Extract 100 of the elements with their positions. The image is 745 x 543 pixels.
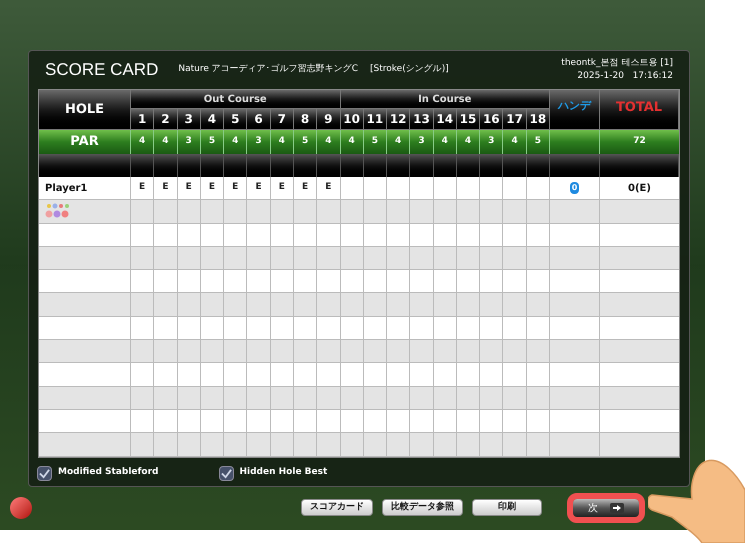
table-cell — [503, 410, 527, 434]
table-cell — [456, 200, 480, 224]
table-cell — [503, 316, 527, 340]
table-cell — [387, 246, 410, 270]
table-cell — [526, 200, 550, 224]
table-cell — [456, 293, 480, 317]
par-value: 3 — [480, 130, 504, 154]
table-cell — [526, 154, 550, 177]
table-cell — [247, 270, 271, 294]
table-cell — [131, 363, 154, 387]
table-cell — [550, 433, 600, 457]
table-cell — [456, 224, 480, 247]
table-cell — [154, 270, 178, 294]
table-cell — [434, 433, 457, 457]
table-cell — [480, 410, 504, 434]
table-cell — [340, 363, 364, 387]
table-cell — [434, 200, 457, 224]
table-cell — [364, 177, 388, 200]
table-cell — [503, 340, 527, 364]
table-cell — [550, 363, 600, 387]
table-cell — [340, 410, 364, 434]
table-cell — [434, 154, 457, 177]
table-cell — [340, 433, 364, 457]
table-cell — [456, 386, 480, 410]
table-cell — [480, 154, 504, 177]
table-cell — [456, 246, 480, 270]
table-cell — [434, 246, 457, 270]
hole-number: 17 — [503, 109, 527, 130]
window-title: SCORE CARD — [45, 59, 158, 82]
table-cell — [503, 246, 527, 270]
table-cell — [294, 154, 318, 177]
checkbox[interactable] — [218, 466, 234, 481]
table-cell — [364, 386, 388, 410]
table-cell — [294, 270, 318, 294]
hole-number: 12 — [387, 109, 410, 130]
table-cell — [387, 340, 410, 364]
menu-button[interactable]: 比較データ参照 — [382, 499, 463, 516]
table-cell — [340, 316, 364, 340]
table-cell — [503, 293, 527, 317]
par-value: 5 — [294, 130, 318, 154]
par-label: PAR — [39, 130, 131, 154]
table-cell — [131, 433, 154, 457]
table-cell — [526, 270, 550, 294]
table-cell — [364, 293, 388, 317]
player-name: Player1 — [45, 182, 88, 196]
menu-button[interactable]: スコアカード — [301, 499, 373, 516]
par-value: 4 — [154, 130, 178, 154]
table-cell — [247, 224, 271, 247]
table-cell — [317, 154, 340, 177]
table-cell — [340, 270, 364, 294]
table-cell — [294, 363, 318, 387]
table-cell — [178, 154, 201, 177]
table-cell — [503, 154, 527, 177]
arrow-icon — [610, 503, 624, 513]
table-cell — [224, 340, 248, 364]
course-name: Nature アコーディア･ゴルフ習志野キングC — [178, 63, 358, 76]
par-value: 4 — [434, 130, 457, 154]
table-cell — [526, 246, 550, 270]
table-cell — [270, 293, 294, 317]
table-cell — [550, 386, 600, 410]
table-cell — [550, 340, 600, 364]
table-cell — [270, 363, 294, 387]
table-cell — [410, 270, 434, 294]
par-total: 72 — [600, 130, 679, 154]
par-value: 5 — [200, 130, 224, 154]
next-button[interactable]: 次 — [573, 499, 639, 517]
table-cell — [456, 316, 480, 340]
table-cell — [224, 433, 248, 457]
table-cell — [247, 340, 271, 364]
table-cell — [480, 224, 504, 247]
table-cell — [410, 200, 434, 224]
table-cell — [200, 246, 224, 270]
ball-button[interactable] — [10, 497, 32, 519]
table-cell — [480, 386, 504, 410]
table-cell — [526, 224, 550, 247]
date-time: 2025-1-20 17:16:12 — [577, 70, 673, 83]
hole-number: 9 — [317, 109, 340, 130]
table-cell — [434, 340, 457, 364]
table-cell — [480, 293, 504, 317]
hole-number: 13 — [410, 109, 434, 130]
table-cell — [364, 154, 388, 177]
table-cell — [480, 363, 504, 387]
table-cell — [340, 200, 364, 224]
table-cell — [410, 410, 434, 434]
table-cell — [503, 386, 527, 410]
table-cell — [410, 154, 434, 177]
menu-button[interactable]: 印刷 — [472, 499, 542, 516]
par-value: 4 — [270, 130, 294, 154]
table-cell — [178, 433, 201, 457]
checkbox[interactable] — [37, 466, 52, 481]
table-cell — [364, 433, 388, 457]
table-cell — [270, 340, 294, 364]
table-cell — [410, 363, 434, 387]
score-value: E — [325, 181, 332, 194]
table-cell — [154, 246, 178, 270]
hole-header: HOLE — [39, 90, 131, 130]
table-cell — [294, 433, 318, 457]
table-cell — [200, 270, 224, 294]
table-cell — [364, 363, 388, 387]
table-cell — [434, 410, 457, 434]
